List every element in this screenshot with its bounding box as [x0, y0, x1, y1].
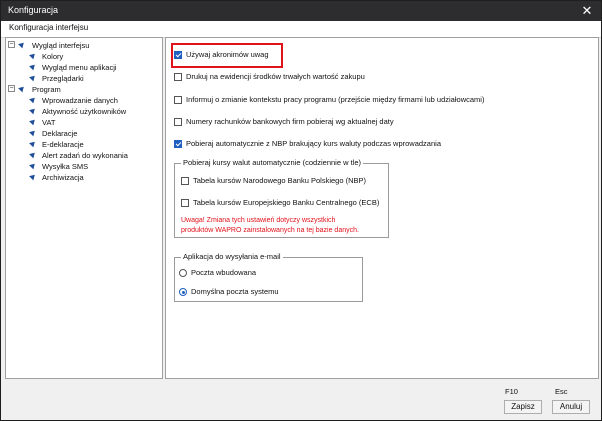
tree-item-label: Program [32, 85, 61, 94]
tree-node-icon [29, 139, 37, 148]
email-group-legend: Aplikacja do wysyłania e-mail [181, 252, 283, 261]
context-change-label: Informuj o zmianie kontekstu pracy progr… [186, 95, 485, 104]
ecb-table-checkbox[interactable] [181, 199, 189, 207]
tree-node-icon [29, 62, 37, 71]
nbp-auto-fetch-label: Pobieraj automatycznie z NBP brakujący k… [186, 139, 441, 148]
tree-node-icon [18, 84, 26, 93]
builtin-mail-radio[interactable] [179, 269, 187, 277]
bank-accounts-label: Numery rachunków bankowych firm pobieraj… [186, 117, 394, 126]
tree-item-label: Deklaracje [42, 129, 78, 138]
tree-node-icon [29, 150, 37, 159]
use-acronyms-checkbox[interactable] [174, 51, 182, 59]
save-hotkey: F10 [505, 387, 518, 396]
tree-item-label: Wygląd interfejsu [32, 41, 90, 50]
warning-line-1: Uwaga! Zmiana tych ustawień dotyczy wszy… [181, 217, 336, 224]
nbp-auto-fetch-checkbox[interactable] [174, 140, 182, 148]
tree-item-label: Wygląd menu aplikacji [42, 63, 117, 72]
rates-group-legend: Pobieraj kursy walut automatycznie (codz… [181, 158, 363, 167]
ecb-table-label: Tabela kursów Europejskiego Banku Centra… [193, 198, 380, 207]
tree-item-label: Aktywność użytkowników [42, 107, 127, 116]
system-mail-label: Domyślna poczta systemu [191, 287, 279, 296]
tab-strip: Konfiguracja interfejsu [1, 21, 601, 38]
tree-node-icon [18, 40, 26, 49]
tree-node-icon [29, 51, 37, 60]
tree-node-icon [29, 73, 37, 82]
tree-node-icon [29, 161, 37, 170]
save-button[interactable]: Zapisz [504, 400, 542, 414]
close-icon[interactable]: ✕ [579, 3, 595, 19]
warning-text: Uwaga! Zmiana tych ustawień dotyczy wszy… [181, 216, 401, 236]
tree-item-label: E-deklaracje [42, 140, 84, 149]
email-group: Aplikacja do wysyłania e-mail Poczta wbu… [174, 252, 363, 302]
cancel-button[interactable]: Anuluj [552, 400, 590, 414]
tree-node-icon [29, 95, 37, 104]
warning-line-2: produktów WAPRO zainstalowanych na tej b… [181, 227, 359, 234]
title-bar: Konfiguracja ✕ [1, 1, 601, 21]
tree-item-label: VAT [42, 118, 56, 127]
tree-item-label: Alert zadań do wykonania [42, 151, 128, 160]
tree-node-icon [29, 172, 37, 181]
tree-item-label: Kolory [42, 52, 64, 61]
window-title: Konfiguracja [8, 5, 59, 15]
cancel-hotkey: Esc [555, 387, 568, 396]
settings-tree[interactable]: − Wygląd interfejsu Kolory Wygląd menu a… [5, 37, 163, 379]
rates-group: Pobieraj kursy walut automatycznie (codz… [174, 158, 389, 238]
tree-node-icon [29, 128, 37, 137]
tree-node-icon [29, 117, 37, 126]
bank-accounts-checkbox[interactable] [174, 118, 182, 126]
tree-item-label: Przeglądarki [42, 74, 84, 83]
configuration-window: Konfiguracja ✕ Konfiguracja interfejsu −… [0, 0, 602, 421]
collapse-icon[interactable]: − [8, 41, 15, 48]
tree-item-label: Wprowadzanie danych [42, 96, 118, 105]
tree-item-label: Wysyłka SMS [42, 162, 89, 171]
use-acronyms-label: Używaj akronimów uwag [186, 50, 269, 59]
tree-item-label: Archiwizacja [42, 173, 84, 182]
print-fixed-assets-label: Drukuj na ewidencji środków trwałych war… [186, 72, 365, 81]
collapse-icon[interactable]: − [8, 85, 15, 92]
builtin-mail-label: Poczta wbudowana [191, 268, 257, 277]
nbp-table-checkbox[interactable] [181, 177, 189, 185]
settings-panel: Używaj akronimów uwag Drukuj na ewidencj… [165, 37, 599, 379]
tab-interface-configuration[interactable]: Konfiguracja interfejsu [9, 23, 88, 32]
tree-node-icon [29, 106, 37, 115]
system-mail-radio[interactable] [179, 288, 187, 296]
print-fixed-assets-checkbox[interactable] [174, 73, 182, 81]
context-change-checkbox[interactable] [174, 96, 182, 104]
nbp-table-label: Tabela kursów Narodowego Banku Polskiego… [193, 176, 367, 185]
